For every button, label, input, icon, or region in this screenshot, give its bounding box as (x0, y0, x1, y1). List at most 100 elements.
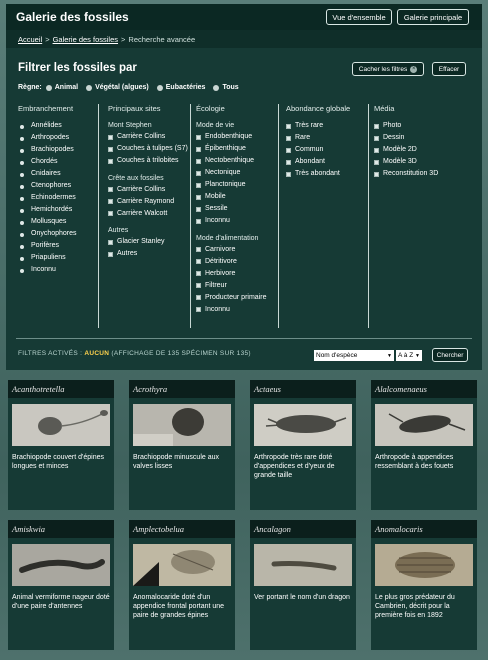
kingdom-filter: Règne: Animal Végétal (algues) Eubactéri… (18, 84, 243, 91)
sort-direction-value: A à Z (398, 352, 414, 359)
fossil-description: Ver portant le nom d'un dragon (254, 594, 350, 601)
option-label: Nectonique (205, 169, 241, 176)
fossil-card[interactable]: Anomalocaris Le plus gros prédateur du C… (371, 520, 477, 650)
kingdom-radio-animal[interactable]: Animal (45, 84, 78, 91)
chevron-down-icon: ▼ (415, 352, 420, 359)
breadcrumb-home-link[interactable]: Accueil (18, 35, 42, 44)
phylum-option[interactable]: Onychophores (18, 230, 98, 239)
lifestyle-option[interactable]: Inconnu (196, 217, 276, 226)
abundance-option[interactable]: Commun (286, 146, 366, 155)
abundance-option[interactable]: Abondant (286, 158, 366, 167)
option-label: Glacier Stanley (117, 238, 165, 245)
result-count: (AFFICHAGE DE 135 SPÉCIMEN SUR 135) (111, 350, 251, 357)
overview-button[interactable]: Vue d'ensemble (326, 9, 392, 25)
phylum-option[interactable]: Ctenophores (18, 182, 98, 191)
site-option[interactable]: Couches à trilobites (108, 157, 188, 166)
lifestyle-option[interactable]: Endobenthique (196, 133, 276, 142)
main-gallery-button[interactable]: Galerie principale (397, 9, 469, 25)
feeding-option[interactable]: Producteur primaire (196, 294, 276, 303)
kingdom-radio-plant[interactable]: Végétal (algues) (86, 84, 149, 91)
checkbox-icon (374, 171, 379, 177)
site-option[interactable]: Carrière Raymond (108, 198, 188, 207)
checkbox-icon (108, 211, 113, 216)
fossil-card[interactable]: Acrothyra Brachiopode minuscule aux valv… (129, 380, 235, 510)
fossil-name: Actaeus (250, 380, 356, 398)
kingdom-label: Règne: (18, 84, 42, 91)
phylum-option[interactable]: Mollusques (18, 218, 98, 227)
option-label: Porifères (31, 242, 60, 249)
feeding-option[interactable]: Herbivore (196, 270, 276, 279)
media-option[interactable]: Reconstitution 3D (374, 170, 474, 179)
option-label: Autres (117, 250, 138, 257)
feeding-option[interactable]: Filtreur (196, 282, 276, 291)
phylum-option[interactable]: Chordés (18, 158, 98, 167)
option-label: Couches à trilobites (117, 157, 179, 164)
bullet-icon (20, 136, 24, 141)
media-option[interactable]: Photo (374, 122, 474, 131)
checkbox-icon (374, 123, 379, 129)
checkbox-icon (196, 134, 201, 140)
phylum-option[interactable]: Brachiopodes (18, 146, 98, 155)
lifestyle-option[interactable]: Planctonique (196, 181, 276, 190)
lifestyle-option[interactable]: Mobile (196, 193, 276, 202)
site-option[interactable]: Autres (108, 250, 188, 259)
radio-label: Eubactéries (165, 84, 206, 91)
phylum-option[interactable]: Annélides (18, 122, 98, 131)
lifestyle-option[interactable]: Nectobenthique (196, 157, 276, 166)
media-option[interactable]: Dessin (374, 134, 474, 143)
active-filters-label: FILTRES ACTIVÉS : (18, 350, 83, 357)
option-label: Modèle 3D (383, 158, 417, 165)
site-option[interactable]: Carrière Collins (108, 186, 188, 195)
fossil-name: Acrothyra (129, 380, 235, 398)
hide-filters-button[interactable]: Cacher les filtres × (352, 62, 424, 76)
checkbox-icon (196, 295, 201, 300)
checkbox-icon (374, 147, 379, 153)
feeding-option[interactable]: Carnivore (196, 246, 276, 255)
media-option[interactable]: Modèle 2D (374, 146, 474, 155)
breadcrumb-gallery-link[interactable]: Galerie des fossiles (53, 35, 118, 44)
lifestyle-option[interactable]: Nectonique (196, 169, 276, 178)
option-label: Producteur primaire (205, 293, 267, 301)
checkbox-icon (196, 206, 201, 212)
phylum-option[interactable]: Porifères (18, 242, 98, 251)
clear-filters-button[interactable]: Effacer (432, 62, 466, 76)
media-option[interactable]: Modèle 3D (374, 158, 474, 167)
phylum-option[interactable]: Priapuliens (18, 254, 98, 263)
site-option[interactable]: Couches à tulipes (S7) (108, 145, 188, 154)
checkbox-icon (196, 158, 201, 164)
site-option[interactable]: Glacier Stanley (108, 238, 188, 247)
phylum-option[interactable]: Inconnu (18, 266, 98, 275)
fossil-card[interactable]: Alalcomenaeus Arthropode à appendices re… (371, 380, 477, 510)
site-option[interactable]: Carrière Collins (108, 133, 188, 142)
abundance-option[interactable]: Très rare (286, 122, 366, 131)
phylum-option[interactable]: Hemichordés (18, 206, 98, 215)
search-button[interactable]: Chercher (432, 348, 468, 362)
phylum-option[interactable]: Cnidaires (18, 170, 98, 179)
option-label: Inconnu (31, 266, 56, 273)
feeding-option[interactable]: Inconnu (196, 306, 276, 315)
sort-field-select[interactable]: Nom d'espèce ▼ (314, 350, 394, 361)
sort-direction-select[interactable]: A à Z ▼ (396, 350, 422, 361)
site-option[interactable]: Carrière Walcott (108, 210, 188, 219)
fossil-card[interactable]: Acanthotretella Brachiopode couvert d'ép… (8, 380, 114, 510)
bullet-icon (20, 160, 24, 165)
fossil-description: Brachiopode couvert d'épines longues et … (12, 454, 105, 470)
feeding-option[interactable]: Détritivore (196, 258, 276, 267)
breadcrumb: Accueil > Galerie des fossiles > Recherc… (6, 30, 482, 48)
abundance-option[interactable]: Rare (286, 134, 366, 143)
fossil-card[interactable]: Amiskwia Animal vermiforme nageur doté d… (8, 520, 114, 650)
lifestyle-option[interactable]: Sessile (196, 205, 276, 214)
fossil-name: Anomalocaris (371, 520, 477, 538)
phylum-option[interactable]: Arthropodes (18, 134, 98, 143)
fossil-card[interactable]: Amplectobelua Anomalocaride doté d'un ap… (129, 520, 235, 650)
kingdom-radio-all[interactable]: Tous (213, 84, 239, 91)
fossil-card[interactable]: Ancalagon Ver portant le nom d'un dragon (250, 520, 356, 650)
kingdom-radio-bacteria[interactable]: Eubactéries (156, 84, 206, 91)
abundance-option[interactable]: Très abondant (286, 170, 366, 179)
bullet-icon (20, 124, 24, 129)
phylum-option[interactable]: Echinodermes (18, 194, 98, 203)
option-label: Épibenthique (205, 145, 246, 152)
column-divider (278, 104, 279, 328)
fossil-card[interactable]: Actaeus Arthropode très rare doté d'appe… (250, 380, 356, 510)
lifestyle-option[interactable]: Épibenthique (196, 145, 276, 154)
